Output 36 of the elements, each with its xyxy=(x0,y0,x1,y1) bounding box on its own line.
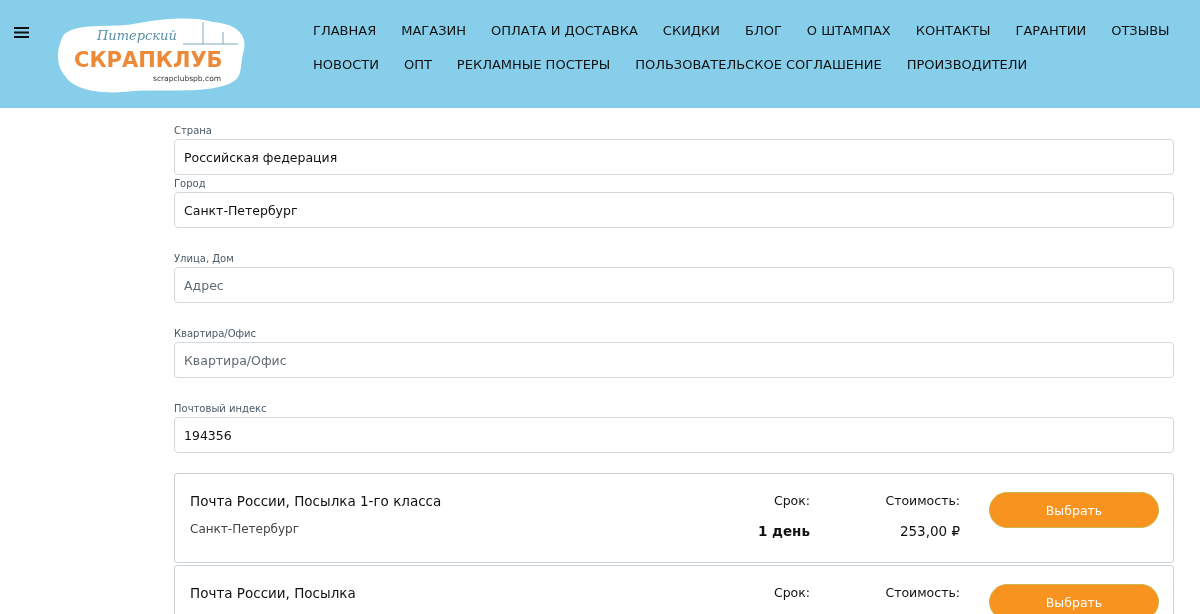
term-value: 1 день xyxy=(757,522,810,540)
input-field[interactable]: Российская федерация xyxy=(174,139,1174,175)
input-field[interactable]: Адрес xyxy=(174,267,1174,303)
nav-link[interactable]: ПОЛЬЗОВАТЕЛЬСКОЕ СОГЛАШЕНИЕ xyxy=(635,56,882,74)
nav-link[interactable]: СКИДКИ xyxy=(662,22,720,40)
nav-link[interactable]: ОТЗЫВЫ xyxy=(1111,22,1170,40)
logo-script-text: Питерский xyxy=(97,28,177,43)
nav-link[interactable]: МАГАЗИН xyxy=(401,22,466,40)
field-label: Улица, Дом xyxy=(174,253,235,266)
field-label: Страна xyxy=(174,125,213,138)
nav-link[interactable]: ГАРАНТИИ xyxy=(1015,22,1087,40)
nav-link[interactable]: БЛОГ xyxy=(745,22,782,40)
nav-link[interactable]: ГЛАВНАЯ xyxy=(313,22,377,40)
delivery-name: Почта России, Посылка xyxy=(190,584,357,602)
term-label: Срок: xyxy=(773,584,810,602)
logo-title: СКРАПКЛУБ xyxy=(74,48,223,72)
nav-link[interactable]: ОПЛАТА И ДОСТАВКА xyxy=(491,22,638,40)
input-field[interactable]: Квартира/Офис xyxy=(174,342,1174,378)
field-label: Город xyxy=(174,178,207,191)
field-label: Почтовый индекс xyxy=(174,403,268,416)
cost-label: Стоимость: xyxy=(885,584,960,602)
cost-value: 253,00 ₽ xyxy=(899,522,960,540)
delivery-name: Почта России, Посылка 1-го класса xyxy=(190,492,443,510)
delivery-city: Санкт-Петербург xyxy=(190,521,300,537)
nav-link[interactable]: ПРОИЗВОДИТЕЛИ xyxy=(906,56,1028,74)
term-label: Срок: xyxy=(773,492,810,510)
menu-icon[interactable] xyxy=(14,26,29,39)
cost-label: Стоимость: xyxy=(885,492,960,510)
nav-link[interactable]: КОНТАКТЫ xyxy=(915,22,991,40)
nav-link[interactable]: РЕКЛАМНЫЕ ПОСТЕРЫ xyxy=(456,56,611,74)
nav-link[interactable]: ОПТ xyxy=(403,56,432,74)
input-field[interactable]: 194356 xyxy=(174,417,1174,453)
nav-link[interactable]: НОВОСТИ xyxy=(313,56,379,74)
field-label: Квартира/Офис xyxy=(174,328,258,341)
nav-link[interactable]: О ШТАМПАХ xyxy=(806,22,891,40)
input-field[interactable]: Санкт-Петербург xyxy=(174,192,1174,228)
